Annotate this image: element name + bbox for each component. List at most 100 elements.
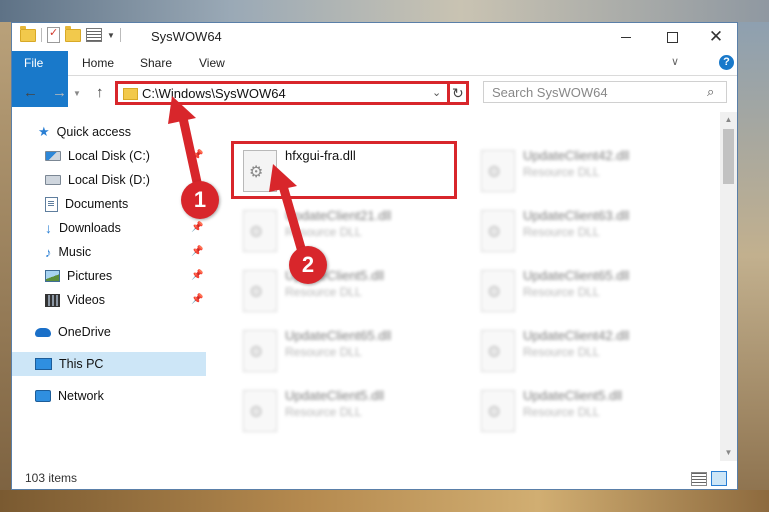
folder-icon[interactable]: [20, 25, 36, 42]
details-view-icon[interactable]: [691, 472, 707, 486]
scrollbar-thumb[interactable]: [723, 129, 734, 184]
title-bar: ▼ SysWOW64 ✕: [12, 23, 737, 51]
address-divider: [447, 81, 450, 105]
navigation-bar: ← → ▼ ↑ C:\Windows\SysWOW64 ⌄ ↻ Search S…: [12, 76, 737, 110]
sidebar-item-label: Network: [58, 389, 104, 403]
up-arrow-icon[interactable]: ↑: [96, 84, 104, 101]
step-badge-1: 1: [181, 181, 219, 219]
dll-file-gear-icon: [243, 330, 277, 372]
sidebar-item-label: Local Disk (C:): [68, 149, 150, 163]
file-item[interactable]: UpdateClient42.dll Resource DLL: [472, 322, 702, 378]
close-button[interactable]: ✕: [693, 23, 737, 51]
sidebar-item-documents[interactable]: Documents 📌: [12, 192, 206, 216]
address-path[interactable]: C:\Windows\SysWOW64: [142, 86, 286, 101]
dll-file-gear-icon: [481, 330, 515, 372]
sidebar-item-local-disk-c[interactable]: Local Disk (C:) 📌: [12, 144, 206, 168]
sidebar-item-label: Videos: [67, 293, 105, 307]
sidebar-item-network[interactable]: Network: [12, 384, 206, 408]
pin-icon[interactable]: 📌: [191, 150, 203, 161]
scroll-up-arrow-icon[interactable]: ▲: [720, 112, 737, 128]
address-dropdown-chevron-icon[interactable]: ⌄: [432, 86, 441, 99]
maximize-icon: [666, 31, 678, 43]
file-name: UpdateClient42.dll: [523, 328, 630, 343]
minimize-button[interactable]: [603, 23, 649, 51]
desktop-background-top: [0, 0, 769, 22]
dll-file-gear-icon: [481, 210, 515, 252]
ribbon-tabs: File Home Share View ∨ ?: [12, 51, 737, 107]
sidebar-item-music[interactable]: ♪ Music 📌: [12, 240, 206, 264]
file-item[interactable]: UpdateClient5.dll Resource DLL: [234, 262, 464, 318]
sidebar-item-this-pc[interactable]: This PC: [12, 352, 206, 376]
film-icon: [45, 293, 60, 307]
file-item[interactable]: UpdateClient5.dll Resource DLL: [234, 382, 464, 438]
dll-file-gear-icon: [481, 390, 515, 432]
sidebar-item-local-disk-d[interactable]: Local Disk (D:): [12, 168, 206, 192]
toolbar-separator: [41, 28, 42, 42]
network-icon: [35, 390, 51, 402]
file-type: Resource DLL: [523, 165, 600, 179]
pin-icon[interactable]: 📌: [191, 222, 203, 233]
step-badge-2: 2: [289, 246, 327, 284]
sidebar-item-label: Downloads: [59, 221, 121, 235]
pin-icon[interactable]: 📌: [191, 294, 203, 305]
file-item[interactable]: UpdateClient42.dll Resource DLL: [472, 142, 702, 198]
file-item[interactable]: UpdateClient65.dll Resource DLL: [234, 322, 464, 378]
file-explorer-window: ▼ SysWOW64 ✕ File Home Share View ∨ ? ← …: [11, 22, 738, 490]
file-type: Resource DLL: [523, 345, 600, 359]
drive-icon: [45, 175, 61, 185]
pin-icon[interactable]: 📌: [191, 246, 203, 257]
scroll-down-arrow-icon[interactable]: ▼: [720, 445, 737, 461]
tab-home[interactable]: Home: [70, 51, 126, 75]
sidebar-item-downloads[interactable]: ↓ Downloads 📌: [12, 216, 206, 240]
file-type: Resource DLL: [285, 285, 362, 299]
view-options-icon[interactable]: [86, 28, 102, 42]
tab-share[interactable]: Share: [128, 51, 184, 75]
sidebar-item-label: Music: [58, 245, 92, 259]
file-item[interactable]: UpdateClient65.dll Resource DLL: [472, 262, 702, 318]
sidebar-item-pictures[interactable]: Pictures 📌: [12, 264, 206, 288]
dll-file-gear-icon: [481, 270, 515, 312]
file-item[interactable]: UpdateClient21.dll Resource DLL: [234, 202, 464, 258]
maximize-button[interactable]: [649, 23, 695, 51]
pictures-icon: [45, 270, 60, 282]
search-box[interactable]: Search SysWOW64 ⌕: [483, 81, 727, 103]
file-name: UpdateClient65.dll: [523, 268, 630, 283]
help-icon[interactable]: ?: [719, 55, 734, 70]
file-name: UpdateClient65.dll: [285, 328, 392, 343]
file-item[interactable]: UpdateClient63.dll Resource DLL: [472, 202, 702, 258]
address-bar[interactable]: C:\Windows\SysWOW64 ⌄ ↻: [115, 81, 469, 105]
sidebar-item-label: Local Disk (D:): [68, 173, 150, 187]
sidebar-item-onedrive[interactable]: OneDrive: [12, 320, 206, 344]
close-icon: ✕: [708, 27, 724, 46]
navigation-pane: ★ Quick access Local Disk (C:) 📌 Local D…: [12, 112, 206, 461]
file-type: Resource DLL: [285, 225, 362, 239]
forward-arrow-icon[interactable]: →: [52, 84, 67, 101]
file-type: Resource DLL: [523, 225, 600, 239]
desktop-background-left: [0, 22, 11, 490]
large-icons-view-icon[interactable]: [711, 471, 727, 486]
download-arrow-icon: ↓: [45, 220, 52, 236]
refresh-icon[interactable]: ↻: [452, 85, 464, 102]
file-name: UpdateClient63.dll: [523, 208, 630, 223]
cloud-icon: [35, 327, 51, 337]
vertical-scrollbar[interactable]: ▲ ▼: [720, 112, 737, 461]
computer-icon: [35, 358, 52, 370]
sidebar-item-quick-access[interactable]: ★ Quick access: [12, 120, 206, 144]
search-icon[interactable]: ⌕: [707, 84, 714, 100]
recent-locations-chevron-icon[interactable]: ▼: [73, 89, 81, 98]
properties-icon[interactable]: [47, 26, 60, 43]
drive-icon: [45, 151, 61, 161]
file-item[interactable]: UpdateClient5.dll Resource DLL: [472, 382, 702, 438]
pin-icon[interactable]: 📌: [191, 270, 203, 281]
customize-toolbar-chevron-icon[interactable]: ▼: [107, 31, 115, 40]
expand-ribbon-chevron-icon[interactable]: ∨: [671, 55, 679, 68]
folder-icon: [123, 88, 138, 100]
dll-file-gear-icon: [243, 210, 277, 252]
back-arrow-icon[interactable]: ←: [23, 84, 38, 101]
new-folder-icon[interactable]: [65, 25, 81, 42]
search-input[interactable]: Search SysWOW64: [492, 85, 608, 100]
file-name: UpdateClient21.dll: [285, 208, 392, 223]
sidebar-item-videos[interactable]: Videos 📌: [12, 288, 206, 312]
dll-file-gear-icon: [481, 150, 515, 192]
tab-view[interactable]: View: [187, 51, 237, 75]
